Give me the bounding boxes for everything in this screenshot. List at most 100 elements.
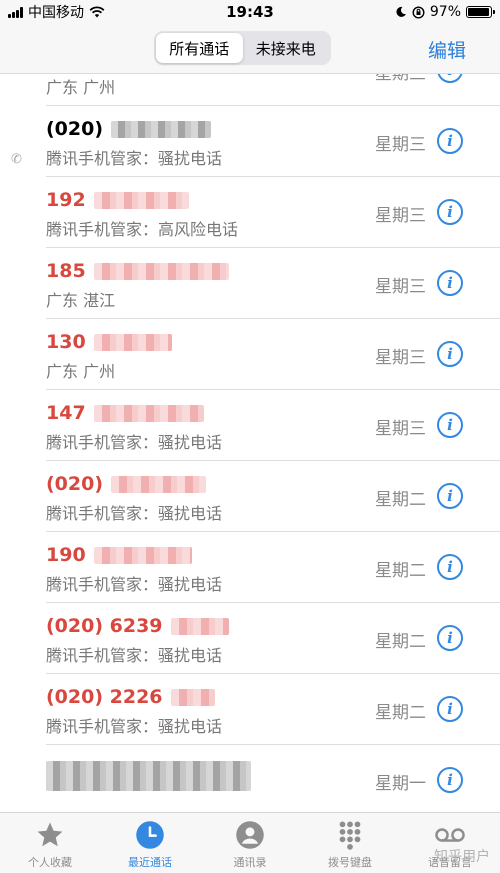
call-label: 腾讯手机管家：高风险电话 (46, 220, 239, 239)
status-bar: 中国移动 19:43 97% (0, 0, 500, 24)
orientation-lock-icon (412, 5, 425, 19)
redacted-digits (111, 120, 212, 138)
redacted-digits (170, 617, 229, 635)
call-row[interactable]: ✆ (020) 腾讯手机管家：骚扰电话 星期三 i (0, 106, 500, 177)
call-day: 星期二 (375, 632, 426, 652)
call-day: 星期三 (375, 277, 426, 297)
info-icon[interactable]: i (437, 270, 463, 296)
redacted-digits (170, 688, 215, 706)
recents-list: 广东 广州星期三i✆(020)腾讯手机管家：骚扰电话星期三i192腾讯手机管家：… (0, 74, 500, 812)
battery-fill (468, 8, 490, 16)
star-icon (34, 819, 66, 851)
call-day: 星期一 (375, 774, 426, 794)
call-number: 190 (46, 544, 192, 566)
call-number-text: (020) 2226 (46, 686, 163, 708)
call-label: 广东 湛江 (46, 291, 116, 310)
call-day: 星期三 (375, 135, 426, 155)
status-right: 97% (395, 4, 495, 20)
keypad-icon (334, 819, 366, 851)
call-number: (020) (46, 473, 207, 495)
edit-button[interactable]: 编辑 (428, 36, 466, 63)
call-number-text: 185 (46, 260, 86, 282)
info-icon[interactable]: i (437, 625, 463, 651)
call-row[interactable]: (020) 6239 腾讯手机管家：骚扰电话 星期二 i (0, 603, 500, 674)
call-row[interactable]: 192 腾讯手机管家：高风险电话 星期三 i (0, 177, 500, 248)
clock-icon (134, 819, 166, 851)
call-number: 192 (46, 189, 189, 211)
call-number-text: (020) (46, 473, 104, 495)
call-number-text: (020) (46, 118, 104, 140)
status-left: 中国移动 (8, 2, 105, 22)
info-icon[interactable]: i (437, 767, 463, 793)
carrier-name: 中国移动 (28, 5, 84, 21)
redacted-digits (93, 546, 192, 564)
call-day: 星期二 (375, 561, 426, 581)
tab-recents[interactable]: 最近通话 (100, 813, 200, 873)
redacted-digits (93, 333, 172, 351)
tab-contacts-label: 通讯录 (233, 856, 267, 869)
call-number-text: 130 (46, 331, 86, 353)
call-row[interactable]: (020) 2226 腾讯手机管家：骚扰电话 星期二 i (0, 674, 500, 745)
battery-percent: 97% (429, 4, 461, 20)
outgoing-call-icon: ✆ (11, 152, 22, 167)
info-icon[interactable]: i (437, 128, 463, 154)
tab-recents-label: 最近通话 (128, 856, 172, 869)
info-icon[interactable]: i (437, 199, 463, 225)
battery-icon (466, 6, 495, 18)
call-number-text: (020) 6239 (46, 615, 163, 637)
info-icon[interactable]: i (437, 341, 463, 367)
segment-all-calls[interactable]: 所有通话 (156, 33, 243, 63)
call-number: (020) 2226 (46, 686, 215, 708)
call-number: (020) 6239 (46, 615, 229, 637)
call-day: 星期三 (375, 206, 426, 226)
call-label: 腾讯手机管家：骚扰电话 (46, 717, 223, 736)
watermark: 知乎用户 (434, 849, 490, 865)
call-day: 星期三 (375, 348, 426, 368)
redacted-digits (93, 191, 189, 209)
info-icon[interactable]: i (437, 412, 463, 438)
info-icon[interactable]: i (437, 74, 463, 83)
call-number: 147 (46, 402, 204, 424)
signal-icon (8, 6, 23, 18)
call-row[interactable]: 广东 广州 星期三 i (0, 74, 500, 106)
status-time: 19:43 (226, 3, 274, 21)
call-row[interactable]: 星期一 i (0, 745, 500, 812)
call-label: 腾讯手机管家：骚扰电话 (46, 433, 223, 452)
call-row[interactable]: 190 腾讯手机管家：骚扰电话 星期二 i (0, 532, 500, 603)
call-label: 腾讯手机管家：骚扰电话 (46, 646, 223, 665)
call-number: 130 (46, 331, 172, 353)
call-day: 星期三 (375, 419, 426, 439)
call-row[interactable]: 185 广东 湛江 星期三 i (0, 248, 500, 319)
call-number-text: 192 (46, 189, 86, 211)
call-day: 星期二 (375, 703, 426, 723)
call-number-text: 147 (46, 402, 86, 424)
call-number: (020) (46, 118, 212, 140)
call-label: 腾讯手机管家：骚扰电话 (46, 575, 223, 594)
call-day: 星期二 (375, 490, 426, 510)
tab-contacts[interactable]: 通讯录 (200, 813, 300, 873)
call-day: 星期三 (375, 74, 426, 84)
tab-favorites[interactable]: 个人收藏 (0, 813, 100, 873)
info-icon[interactable]: i (437, 696, 463, 722)
info-icon[interactable]: i (437, 483, 463, 509)
tab-bar: 个人收藏 最近通话 通讯录 拨号键盘 语音留言 (0, 812, 500, 873)
call-number-text: 190 (46, 544, 86, 566)
nav-bar: 所有通话 未接来电 编辑 (0, 24, 500, 74)
segment-missed-calls[interactable]: 未接来电 (243, 33, 330, 63)
call-label: 广东 广州 (46, 362, 116, 381)
person-icon (234, 819, 266, 851)
call-row[interactable]: 147 腾讯手机管家：骚扰电话 星期三 i (0, 390, 500, 461)
call-filter-segmented-control: 所有通话 未接来电 (154, 31, 331, 65)
tab-keypad-label: 拨号键盘 (328, 856, 372, 869)
call-label: 腾讯手机管家：骚扰电话 (46, 504, 223, 523)
tab-keypad[interactable]: 拨号键盘 (300, 813, 400, 873)
call-row[interactable]: 130 广东 广州 星期三 i (0, 319, 500, 390)
moon-icon (396, 6, 406, 17)
wifi-icon (89, 6, 105, 18)
call-row[interactable]: (020) 腾讯手机管家：骚扰电话 星期二 i (0, 461, 500, 532)
tab-favorites-label: 个人收藏 (28, 856, 72, 869)
call-label: 腾讯手机管家：骚扰电话 (46, 149, 223, 168)
info-icon[interactable]: i (437, 554, 463, 580)
call-number: 185 (46, 260, 229, 282)
redacted-digits (111, 475, 207, 493)
